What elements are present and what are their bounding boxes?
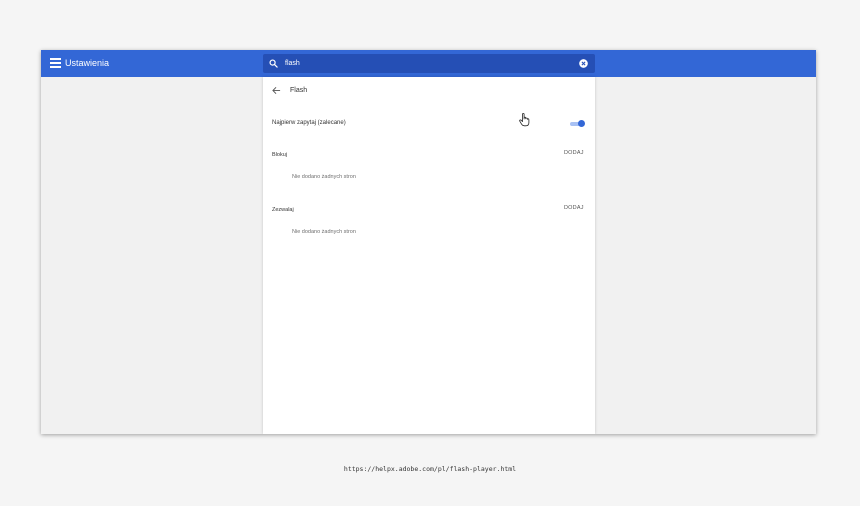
allow-section-label: Zezwalaj (272, 207, 294, 213)
page-title: Flash (290, 87, 308, 94)
hamburger-menu-icon[interactable] (50, 58, 61, 68)
top-toolbar: Ustawienia (41, 50, 816, 77)
flash-settings-panel: Flash Najpierw zapytaj (zalecane) Blokuj… (263, 77, 595, 434)
block-add-button[interactable]: DODAJ (564, 150, 584, 156)
search-icon (269, 59, 278, 68)
block-empty-text: Nie dodano żadnych stron (292, 174, 356, 180)
block-section-label: Blokuj (272, 152, 287, 158)
app-title: Ustawienia (65, 58, 110, 68)
hand-cursor-icon (519, 113, 530, 127)
ask-first-toggle[interactable] (570, 120, 585, 127)
search-box[interactable] (263, 54, 595, 73)
allow-empty-text: Nie dodano żadnych stron (292, 229, 356, 235)
ask-first-label: Najpierw zapytaj (zalecane) (272, 120, 346, 126)
back-arrow-icon[interactable] (272, 86, 281, 95)
allow-add-button[interactable]: DODAJ (564, 205, 584, 211)
search-input[interactable] (285, 58, 565, 69)
toggle-knob (577, 120, 585, 127)
clear-search-icon[interactable] (579, 59, 588, 68)
source-url-caption: https://helpx.adobe.com/pl/flash-player.… (343, 465, 517, 473)
settings-window: Ustawienia Flash Najpierw zapytaj (zalec… (41, 50, 816, 434)
